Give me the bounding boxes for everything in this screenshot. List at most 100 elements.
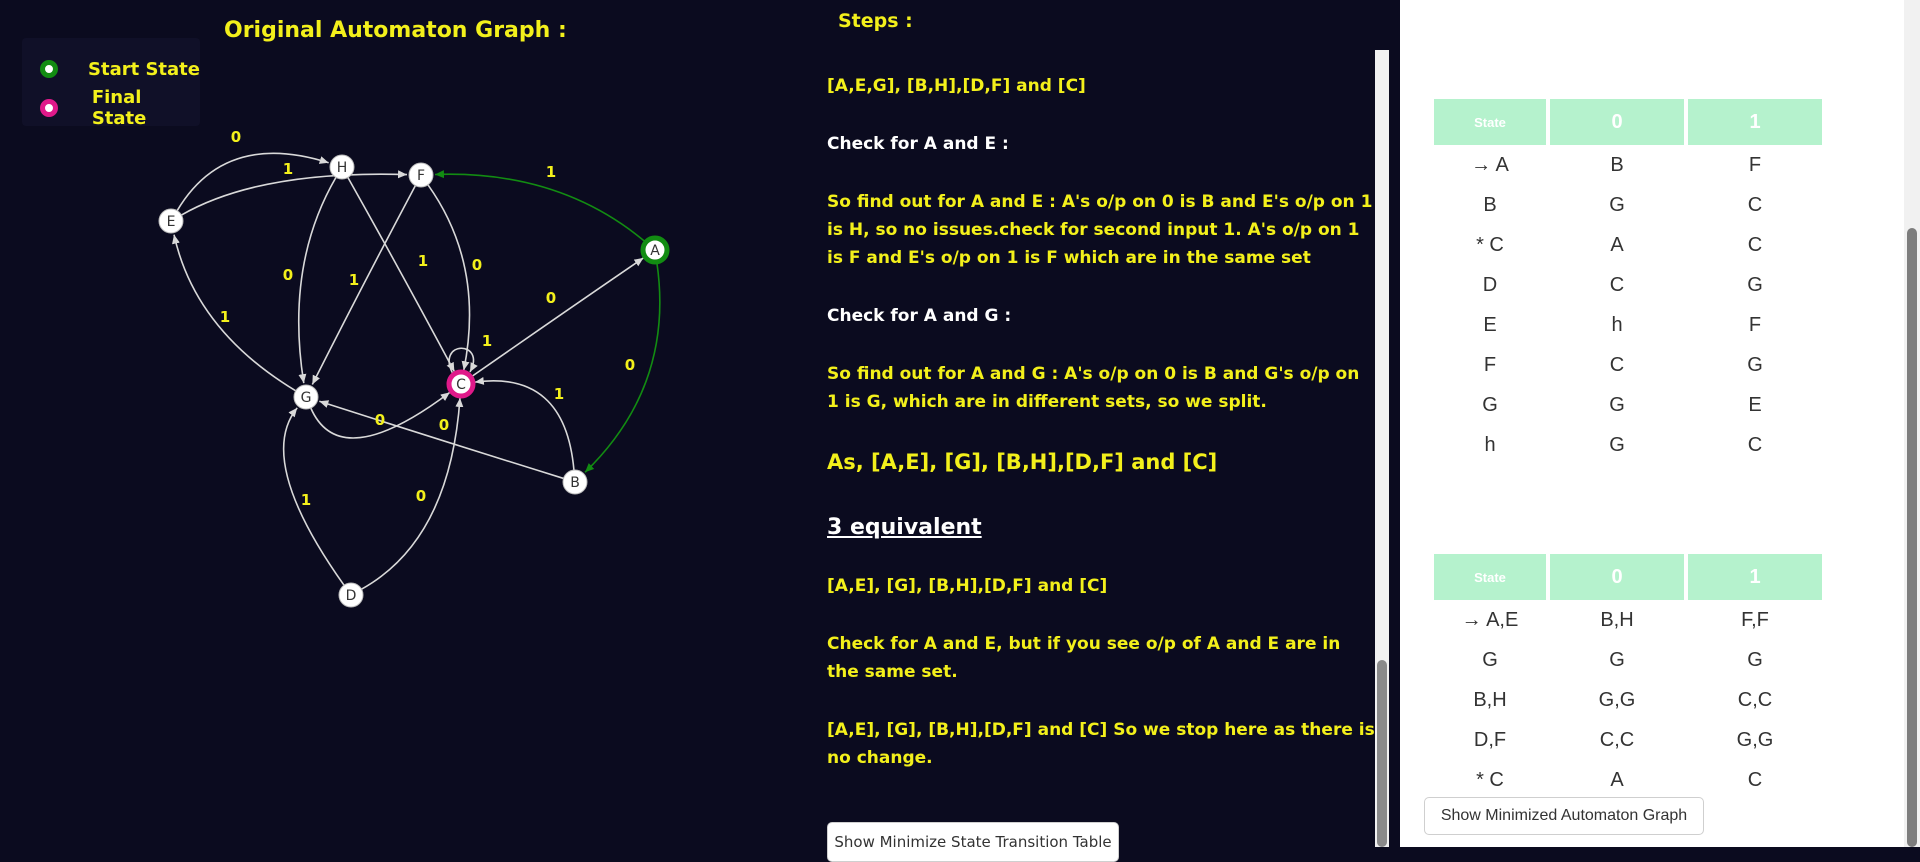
edge-E-H [176, 152, 329, 212]
table-row: DCG [1434, 265, 1822, 305]
cell-on-1: G [1747, 273, 1763, 296]
table-row: * C A C [1434, 760, 1822, 800]
table-row: FCG [1434, 345, 1822, 385]
edge-H-C [347, 177, 456, 373]
cell-on-1: G [1747, 353, 1763, 376]
edge-label-F-G: 1 [349, 271, 359, 289]
cell-on-1: E [1748, 393, 1762, 416]
cell-on-1: C [1747, 433, 1763, 456]
header-state: State [1434, 99, 1546, 145]
edge-label-H-C: 1 [418, 252, 428, 270]
edge-label-F-C: 0 [472, 256, 482, 274]
state-node-D[interactable]: D [338, 582, 364, 608]
cell-state: E [1483, 313, 1497, 336]
show-minimize-table-button[interactable]: Show Minimize State Transition Table [827, 822, 1119, 862]
steps-title: Steps : [838, 10, 913, 32]
page-scrollbar-thumb[interactable] [1907, 228, 1917, 847]
state-node-B[interactable]: B [562, 469, 588, 495]
cell-state: G [1482, 393, 1498, 416]
cell-on-1: C [1747, 768, 1763, 791]
cell-on-1: F [1748, 313, 1762, 336]
table-row: GGE [1434, 385, 1822, 425]
cell-state: → A,E [1461, 608, 1519, 631]
table-row: hGC [1434, 425, 1822, 465]
header-input-0: 0 [1550, 99, 1684, 145]
cell-state: D,F [1473, 728, 1507, 751]
cell-state: G [1482, 648, 1498, 671]
cell-on-0: A [1610, 768, 1624, 791]
table-row: GGG [1434, 640, 1822, 680]
cell-on-1: C [1747, 233, 1763, 256]
table-row: → A,E B,H F,F [1434, 600, 1822, 640]
cell-on-1: F [1748, 153, 1762, 176]
state-transition-table: State 0 1 → ABF BGC * CAC DCG EhF FCG GG… [1430, 99, 1826, 465]
edge-label-A-F: 1 [546, 163, 556, 181]
cell-state: B [1483, 193, 1497, 216]
state-label-D: D [346, 588, 357, 604]
table-header-row: State 0 1 [1434, 99, 1822, 145]
state-node-G[interactable]: G [293, 384, 319, 410]
edge-F-C [427, 184, 471, 371]
edge-label-A-B: 0 [625, 356, 635, 374]
step-heading-3-equivalent: 3 equivalent [827, 515, 982, 540]
step-explanation-a-g: So find out for A and G : A's o/p on 0 i… [827, 364, 1360, 412]
table-row: → A B F [1434, 145, 1822, 185]
header-state: State [1434, 554, 1546, 600]
cell-state: * C [1476, 768, 1504, 791]
cell-on-1: C,C [1737, 688, 1773, 711]
table-row: D,F C,C G,G [1434, 720, 1822, 760]
edge-label-B-C: 1 [554, 385, 564, 403]
step-partition-result: As, [A,E], [G], [B,H],[D,F] and [C] [827, 450, 1218, 474]
state-node-H[interactable]: H [329, 154, 355, 180]
step-check-a-g: Check for A and G : [827, 306, 1012, 326]
cell-state: * C [1476, 233, 1504, 256]
state-label-G: G [301, 390, 312, 406]
state-node-C[interactable]: C [446, 369, 476, 399]
step-partition-3eq: [A,E], [G], [B,H],[D,F] and [C] [827, 576, 1108, 596]
automaton-graph: 0 1 1 0 0 1 1 0 1 0 0 1 0 1 1 0 A B C D E F G H [158, 128, 670, 608]
header-input-1: 1 [1688, 99, 1822, 145]
cell-on-0: G [1609, 193, 1625, 216]
table-row: Eh F [1434, 305, 1822, 345]
cell-on-0: G,G [1598, 688, 1636, 711]
cell-on-0: h [1611, 313, 1623, 336]
edge-B-G [319, 400, 564, 480]
edge-G-E [172, 234, 297, 392]
edge-F-G [311, 185, 417, 385]
show-minimized-graph-button[interactable]: Show Minimized Automaton Graph [1424, 797, 1704, 835]
state-node-E[interactable]: E [158, 208, 184, 234]
steps-scrollbar-thumb[interactable] [1377, 660, 1387, 847]
step-check-a-e: Check for A and E : [827, 134, 1009, 154]
edge-A-B [584, 261, 661, 473]
cell-state: B,H [1473, 688, 1507, 711]
edge-label-D-C: 0 [416, 487, 426, 505]
edge-label-G-C: 0 [375, 411, 385, 429]
cell-state: → A [1471, 153, 1509, 176]
cell-on-1: F,F [1741, 608, 1769, 631]
edge-label-G-E: 1 [220, 308, 230, 326]
state-node-F[interactable]: F [408, 162, 434, 188]
table-row: B,H G,G C,C [1434, 680, 1822, 720]
edge-label-H-G: 0 [283, 266, 293, 284]
state-label-H: H [337, 160, 348, 176]
header-input-0: 0 [1550, 554, 1684, 600]
state-label-C: C [456, 377, 466, 393]
step-conclusion: [A,E], [G], [B,H],[D,F] and [C] So we st… [827, 720, 1375, 768]
edge-E-F [181, 170, 408, 216]
step-check-final: Check for A and E, but if you see o/p of… [827, 634, 1341, 682]
state-node-A[interactable]: A [640, 235, 670, 265]
edge-label-C-C: 1 [482, 332, 492, 350]
step-explanation-a-e: So find out for A and E : A's o/p on 0 i… [827, 192, 1373, 268]
edge-label-B-G: 0 [439, 416, 449, 434]
header-input-1: 1 [1688, 554, 1822, 600]
cell-on-0: G [1609, 433, 1625, 456]
steps-panel: [A,E,G], [B,H],[D,F] and [C] Check for A… [827, 72, 1375, 772]
cell-on-1: G [1747, 648, 1763, 671]
cell-on-0: C,C [1599, 728, 1635, 751]
cell-state: F [1483, 353, 1497, 376]
edge-C-A [470, 257, 644, 378]
cell-on-0: G [1609, 648, 1625, 671]
cell-on-0: C [1609, 353, 1625, 376]
cell-state: D [1482, 273, 1498, 296]
table-header-row: State 0 1 [1434, 554, 1822, 600]
